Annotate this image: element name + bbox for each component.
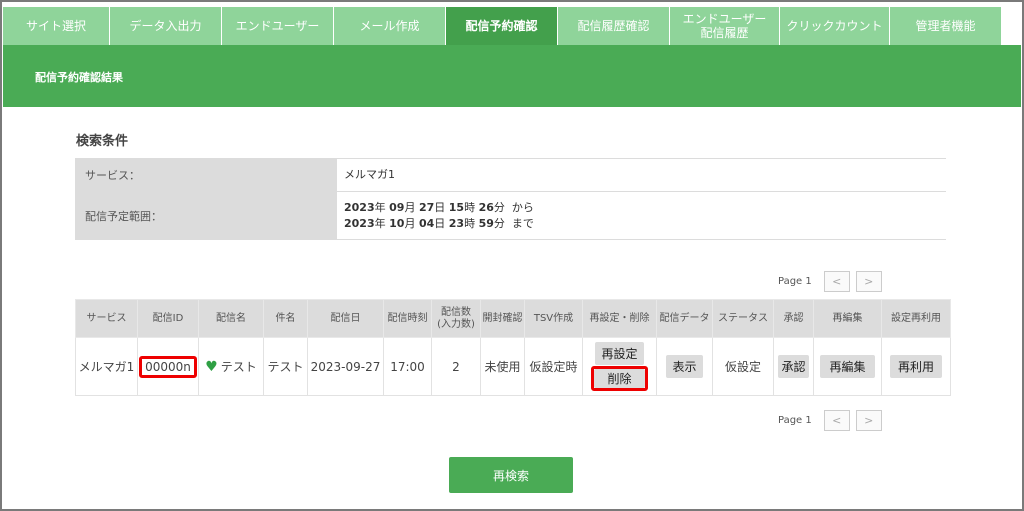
cell-reedit: 再編集 (813, 337, 882, 396)
col-delivery-id: 配信ID (137, 299, 199, 338)
page-indicator: Page 1 (778, 415, 812, 426)
tab-data-io[interactable]: データ入出力 (110, 7, 222, 45)
search-conditions-table: サービス： メルマガ1 配信予定範囲： 2023年 09月 27日 15時 26… (75, 158, 946, 240)
cell-subject: テスト (263, 337, 308, 396)
col-delivery-data: 配信データ (656, 299, 713, 338)
cell-approve: 承認 (773, 337, 814, 396)
col-service: サービス (75, 299, 138, 338)
cell-reuse: 再利用 (881, 337, 951, 396)
delete-button[interactable]: 削除 (594, 369, 645, 388)
delete-highlight: 削除 (591, 366, 648, 391)
cell-delivery-data: 表示 (656, 337, 713, 396)
pager-bottom: Page 1 < > (778, 410, 882, 431)
cell-delivery-date: 2023-09-27 (307, 337, 384, 396)
tab-end-user[interactable]: エンドユーザー (222, 7, 334, 45)
col-tsv: TSV作成 (524, 299, 583, 338)
approve-button[interactable]: 承認 (778, 355, 809, 378)
delivery-id-highlight: 00000n (139, 355, 197, 378)
research-button[interactable]: 再検索 (449, 457, 573, 493)
cell-delivery-time: 17:00 (383, 337, 432, 396)
tab-site-select[interactable]: サイト選択 (3, 7, 110, 45)
range-from: 2023年 09月 27日 15時 26分 から (344, 200, 534, 214)
col-delivery-time: 配信時刻 (383, 299, 432, 338)
results-table: サービス 配信ID 配信名 件名 配信日 配信時刻 配信数 (入力数) 開封確認… (75, 299, 951, 396)
reedit-button[interactable]: 再編集 (820, 355, 875, 378)
results-header-row: サービス 配信ID 配信名 件名 配信日 配信時刻 配信数 (入力数) 開封確認… (75, 299, 951, 338)
col-reset-delete: 再設定・削除 (582, 299, 657, 338)
delivery-name: テスト (220, 360, 257, 374)
col-delivery-date: 配信日 (307, 299, 384, 338)
col-reuse: 設定再利用 (881, 299, 951, 338)
cell-delivery-name: ♥ テスト (198, 337, 264, 396)
show-button[interactable]: 表示 (666, 355, 703, 378)
tab-mail-create[interactable]: メール作成 (334, 7, 446, 45)
cell-service: メルマガ1 (75, 337, 138, 396)
tab-admin[interactable]: 管理者機能 (890, 7, 1001, 45)
cell-delivery-count: 2 (431, 337, 481, 396)
tab-end-user-history[interactable]: エンドユーザー 配信履歴 (670, 7, 780, 45)
service-label: サービス： (75, 158, 337, 192)
page-indicator: Page 1 (778, 276, 812, 287)
cell-tsv: 仮設定時 (524, 337, 583, 396)
service-value: メルマガ1 (337, 158, 946, 192)
page-title: 配信予約確認結果 (35, 71, 123, 84)
table-row: メルマガ1 00000n ♥ テスト テスト 2023-09-27 17:00 2… (75, 337, 951, 396)
reuse-button[interactable]: 再利用 (889, 355, 942, 378)
cell-status: 仮設定 (712, 337, 774, 396)
col-delivery-count: 配信数 (入力数) (431, 299, 481, 338)
col-approve: 承認 (773, 299, 814, 338)
range-label: 配信予定範囲： (75, 191, 337, 240)
search-conditions-title: 検索条件 (76, 134, 129, 149)
next-page-button[interactable]: > (855, 410, 882, 431)
cell-reset-delete: 再設定 削除 (582, 337, 657, 396)
cell-open-check: 未使用 (480, 337, 525, 396)
col-open-check: 開封確認 (480, 299, 525, 338)
main-tabs: サイト選択 データ入出力 エンドユーザー メール作成 配信予約確認 配信履歴確認… (3, 7, 1021, 45)
heart-icon: ♥ (205, 359, 218, 375)
tab-delivery-history[interactable]: 配信履歴確認 (558, 7, 670, 45)
col-reedit: 再編集 (813, 299, 882, 338)
col-delivery-name: 配信名 (198, 299, 264, 338)
range-to: 2023年 10月 04日 23時 59分 まで (344, 216, 534, 230)
range-value: 2023年 09月 27日 15時 26分 から 2023年 10月 04日 2… (337, 191, 946, 240)
next-page-button[interactable]: > (855, 271, 882, 292)
tab-click-count[interactable]: クリックカウント (780, 7, 890, 45)
reset-button[interactable]: 再設定 (595, 342, 644, 365)
col-subject: 件名 (263, 299, 308, 338)
cell-delivery-id: 00000n (137, 337, 199, 396)
tab-delivery-reservation[interactable]: 配信予約確認 (446, 7, 558, 45)
prev-page-button[interactable]: < (823, 271, 850, 292)
pager-top: Page 1 < > (778, 271, 882, 292)
prev-page-button[interactable]: < (823, 410, 850, 431)
col-status: ステータス (712, 299, 774, 338)
page-header-band: 配信予約確認結果 (3, 45, 1021, 107)
